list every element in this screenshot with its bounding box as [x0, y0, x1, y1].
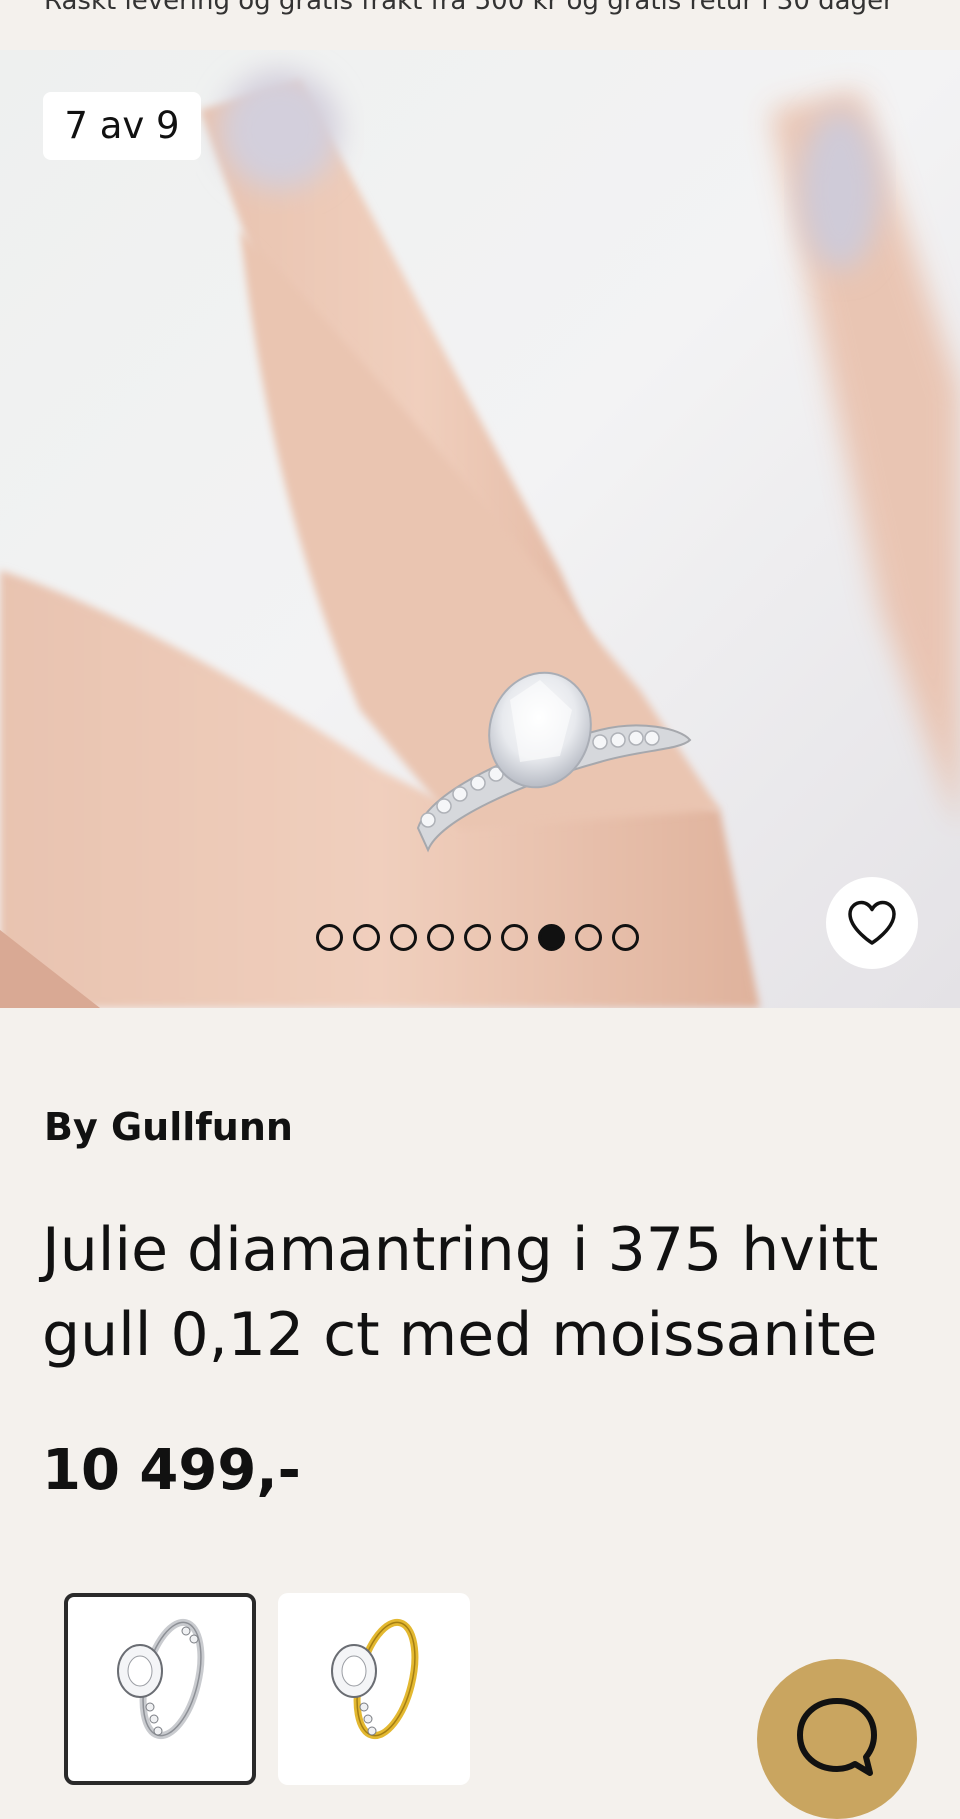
heart-icon	[848, 900, 896, 945]
variant-selector[interactable]	[64, 1593, 470, 1785]
gallery-dot-1[interactable]	[316, 924, 343, 951]
product-brand[interactable]: By Gullfunn	[44, 1105, 293, 1149]
product-photo-ring-on-hand	[0, 50, 960, 1008]
product-price: 10 499,-	[42, 1438, 301, 1503]
gallery-dot-5[interactable]	[464, 924, 491, 951]
image-counter: 7 av 9	[43, 92, 201, 160]
yellow-gold-ring-thumbnail	[331, 1618, 419, 1740]
announcement-bar: Raskt levering og gratis frakt fra 500 k…	[0, 0, 960, 50]
favorite-button[interactable]	[826, 877, 918, 969]
gallery-dot-2[interactable]	[353, 924, 380, 951]
announcement-text: Raskt levering og gratis frakt fra 500 k…	[44, 0, 894, 16]
product-title: Julie diamantring i 375 hvitt gull 0,12 …	[42, 1215, 879, 1370]
chat-bubble-icon	[797, 1698, 877, 1776]
product-image-gallery[interactable]: 7 av 9	[0, 50, 960, 1008]
gallery-dot-6[interactable]	[501, 924, 528, 951]
variant-white-gold[interactable]	[64, 1593, 256, 1785]
variant-yellow-gold[interactable]	[278, 1593, 470, 1785]
gallery-pagination-dots[interactable]	[316, 924, 639, 954]
gallery-dot-9[interactable]	[612, 924, 639, 951]
gallery-dot-4[interactable]	[427, 924, 454, 951]
gallery-dot-7-active[interactable]	[538, 924, 565, 951]
gallery-dot-8[interactable]	[575, 924, 602, 951]
chat-button[interactable]	[757, 1659, 917, 1819]
gallery-dot-3[interactable]	[390, 924, 417, 951]
white-gold-ring-thumbnail	[117, 1618, 205, 1740]
